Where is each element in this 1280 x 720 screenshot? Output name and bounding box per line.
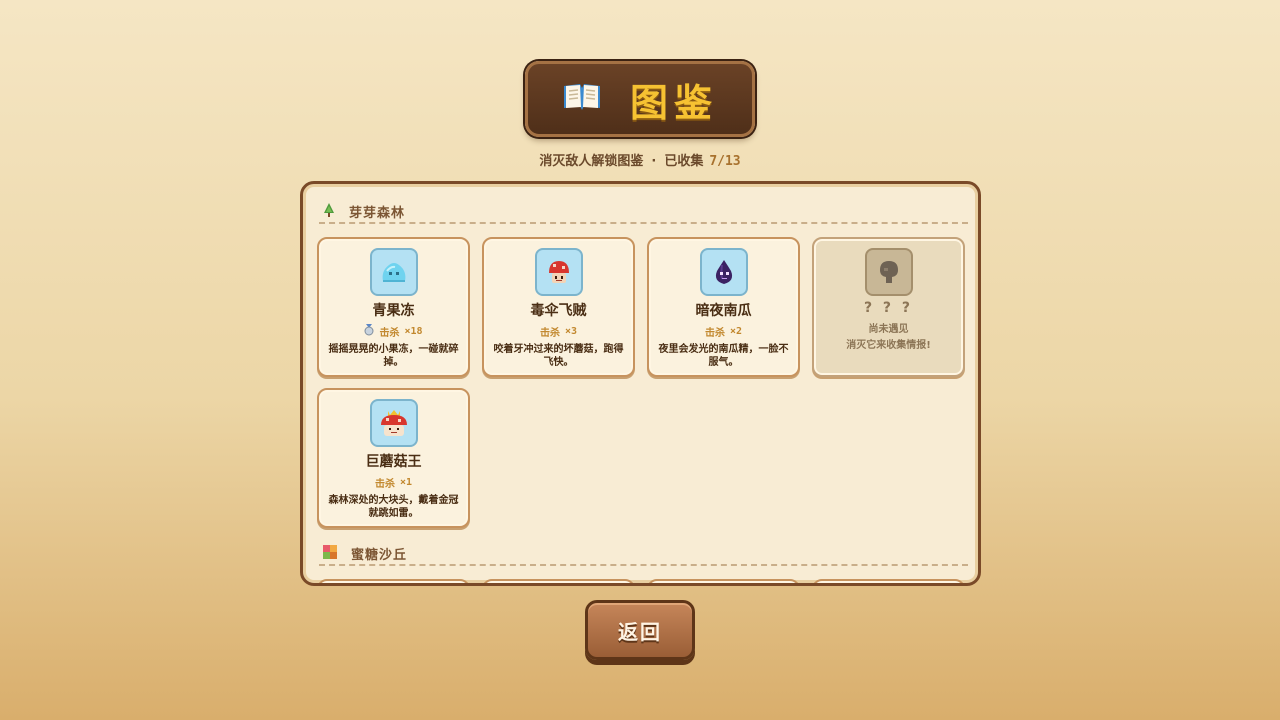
kill-count: 击杀 ×2	[705, 324, 742, 339]
kill-number: ×2	[729, 326, 743, 337]
enemy-card-green-jelly[interactable]: 青果冻 击杀 ×18 摇摇晃晃的小果冻，一碰就碎掉。	[317, 237, 470, 377]
title-plaque: 图鉴	[525, 61, 755, 137]
enemy-description: 摇摇晃晃的小果冻，一碰就碎掉。	[328, 344, 459, 368]
enemy-description: 夜里会发光的南瓜精，一脸不服气。	[658, 344, 789, 368]
enemy-card-locked[interactable]: ? ? ? 尚未遇见 消灭它来收集情报!	[812, 237, 965, 377]
kill-label: 击杀	[704, 328, 725, 339]
enemy-card[interactable]	[317, 579, 470, 583]
enemy-description: 消灭它来收集情报!	[846, 340, 931, 351]
enemy-card[interactable]	[482, 579, 635, 583]
region-name: 芽芽森林	[349, 205, 406, 221]
collected-count: 7/13	[709, 154, 741, 169]
enemy-name: 暗夜南瓜	[695, 303, 752, 319]
kill-label: 击杀	[379, 328, 400, 339]
open-book-icon	[562, 80, 602, 118]
bestiary-panel[interactable]: 芽芽森林 青果冻 击杀 ×18 摇摇晃晃的小果冻，一碰就碎掉。 毒伞飞贼 击杀 …	[300, 181, 981, 586]
kill-number: ×18	[404, 326, 423, 337]
page-title: 图鉴	[629, 80, 718, 125]
enemy-name: 巨蘑菇王	[365, 454, 422, 470]
enemy-description: 森林深处的大块头，戴着金冠就跳如雷。	[328, 495, 459, 519]
kill-number: ×3	[564, 326, 578, 337]
region-name: 蜜糖沙丘	[351, 547, 408, 563]
candy-dune-icon	[323, 544, 337, 563]
kill-count: 击杀 ×3	[540, 324, 577, 339]
region-header-dunes: 蜜糖沙丘	[319, 542, 968, 566]
dark-pumpkin-icon	[699, 248, 748, 296]
collected-label: 已收集	[664, 154, 704, 169]
mushroom-king-icon	[369, 399, 418, 447]
pine-tree-icon	[323, 202, 335, 221]
encounter-status: 尚未遇见	[868, 324, 909, 335]
kill-label: 击杀	[374, 479, 395, 490]
red-mushroom-icon	[534, 248, 583, 296]
enemy-card-night-pumpkin[interactable]: 暗夜南瓜 击杀 ×2 夜里会发光的南瓜精，一脸不服气。	[647, 237, 800, 377]
enemy-description: 咬着牙冲过来的坏蘑菇，跑得飞快。	[493, 344, 624, 368]
silver-medal-icon	[364, 324, 374, 339]
region-header-forest: 芽芽森林	[319, 200, 968, 224]
enemy-card[interactable]	[647, 579, 800, 583]
enemy-name: ? ? ?	[863, 300, 914, 316]
enemy-card-mushroom-king[interactable]: 巨蘑菇王 击杀 ×1 森林深处的大块头，戴着金冠就跳如雷。	[317, 388, 470, 528]
enemy-name: 毒伞飞贼	[530, 303, 587, 319]
enemy-card-poison-umbrella[interactable]: 毒伞飞贼 击杀 ×3 咬着牙冲过来的坏蘑菇，跑得飞快。	[482, 237, 635, 377]
kill-label: 击杀	[539, 328, 560, 339]
kill-number: ×1	[399, 477, 413, 488]
enemy-card[interactable]	[812, 579, 965, 583]
kill-count: 击杀 ×1	[375, 475, 412, 490]
cyan-slime-icon	[369, 248, 418, 296]
kill-count: 击杀 ×18	[364, 324, 423, 339]
enemy-name: 青果冻	[372, 303, 415, 319]
subtitle-hint: 消灭敌人解锁图鉴	[539, 154, 644, 169]
collection-progress: 消灭敌人解锁图鉴 · 已收集 7/13	[0, 150, 1280, 169]
subtitle-separator: ·	[651, 154, 657, 169]
unknown-silhouette-icon	[864, 248, 913, 296]
back-button[interactable]: 返回	[585, 600, 695, 660]
